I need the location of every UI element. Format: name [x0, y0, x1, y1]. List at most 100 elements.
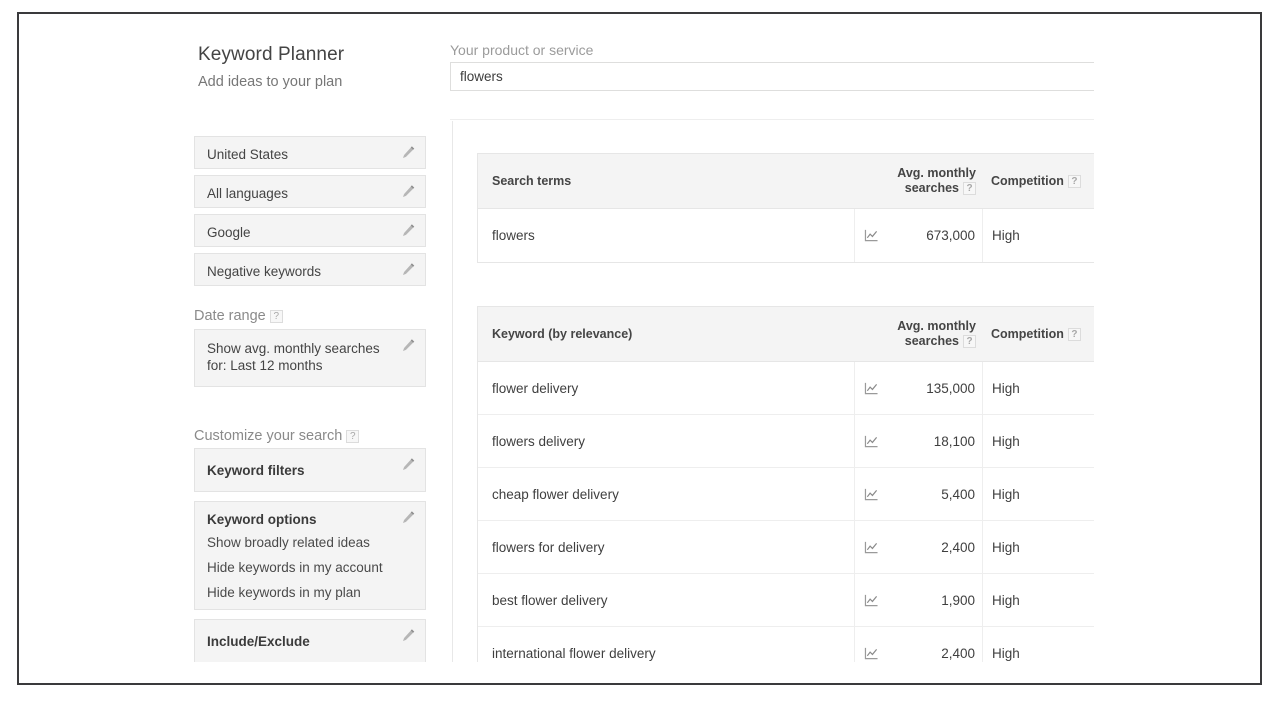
- keyword-ideas-table: Keyword (by relevance) Avg. monthly sear…: [477, 306, 1094, 662]
- date-range-value-line2: for: Last 12 months: [207, 358, 323, 373]
- table-row[interactable]: international flower delivery 2,400 High: [478, 627, 1094, 662]
- competition-cell: High: [982, 415, 1094, 467]
- avg-searches-cell: 2,400: [854, 627, 982, 662]
- column-header-competition-label: Competition: [991, 174, 1064, 188]
- keyword-ideas-table-header: Keyword (by relevance) Avg. monthly sear…: [478, 307, 1094, 362]
- keyword-cell: flowers delivery: [492, 433, 586, 449]
- avg-searches-value: 18,100: [933, 433, 975, 449]
- avg-searches-value: 1,900: [941, 592, 975, 608]
- keyword-cell: international flower delivery: [492, 646, 656, 661]
- pencil-icon[interactable]: [401, 338, 416, 353]
- column-header-avg-monthly-searches[interactable]: Avg. monthly searches?: [854, 307, 982, 361]
- keyword-cell: flower delivery: [492, 380, 579, 396]
- avg-searches-cell: 2,400: [854, 521, 982, 573]
- avg-searches-value: 2,400: [941, 539, 975, 555]
- avg-searches-cell: 673,000: [854, 209, 982, 262]
- date-range-heading-label: Date range: [194, 308, 266, 324]
- sidebar-item-include-exclude[interactable]: Include/Exclude: [194, 619, 426, 662]
- pencil-icon[interactable]: [401, 223, 416, 238]
- date-range-heading: Date range?: [194, 308, 283, 324]
- header-divider: [450, 119, 1094, 120]
- table-row[interactable]: flowers 673,000 High: [478, 209, 1094, 262]
- competition-cell: High: [982, 209, 1094, 262]
- line-chart-icon[interactable]: [864, 382, 879, 395]
- table-row[interactable]: best flower delivery 1,900 High: [478, 574, 1094, 627]
- sidebar-item-network-label: Google: [207, 225, 251, 240]
- column-header-search-terms[interactable]: Search terms: [478, 154, 854, 208]
- keyword-cell: flowers for delivery: [492, 539, 605, 555]
- sidebar-item-keyword-filters-label: Keyword filters: [207, 463, 305, 478]
- screenshot-frame: Keyword Planner Add ideas to your plan Y…: [17, 12, 1262, 685]
- table-row[interactable]: flowers for delivery 2,400 High: [478, 521, 1094, 574]
- sidebar-item-keyword-filters[interactable]: Keyword filters: [194, 448, 426, 492]
- sidebar-item-negative-keywords-label: Negative keywords: [207, 264, 322, 279]
- column-header-competition[interactable]: Competition?: [982, 307, 1094, 361]
- avg-searches-value: 5,400: [941, 486, 975, 502]
- pencil-icon[interactable]: [401, 262, 416, 277]
- page-subtitle: Add ideas to your plan: [198, 74, 343, 90]
- sidebar-item-location[interactable]: United States: [194, 136, 426, 169]
- sidebar-item-include-exclude-label: Include/Exclude: [207, 634, 310, 649]
- avg-searches-cell: 5,400: [854, 468, 982, 520]
- column-header-avg-line2: searches: [904, 181, 959, 195]
- competition-cell: High: [982, 574, 1094, 626]
- keyword-option-hide-in-account[interactable]: Hide keywords in my account: [195, 555, 425, 580]
- product-or-service-input[interactable]: [450, 62, 1094, 91]
- sidebar-content-divider: [452, 121, 453, 662]
- date-range-help-icon[interactable]: ?: [269, 310, 283, 323]
- keyword-option-hide-in-plan[interactable]: Hide keywords in my plan: [195, 580, 425, 605]
- line-chart-icon[interactable]: [864, 594, 879, 607]
- competition-help-icon[interactable]: ?: [1067, 174, 1081, 188]
- customize-search-heading-label: Customize your search: [194, 428, 343, 444]
- keyword-option-broadly-related[interactable]: Show broadly related ideas: [195, 530, 425, 555]
- sidebar-item-date-range[interactable]: Show avg. monthly searches for: Last 12 …: [194, 329, 426, 387]
- sidebar-item-keyword-options[interactable]: Keyword options Show broadly related ide…: [194, 501, 426, 610]
- competition-cell: High: [982, 468, 1094, 520]
- column-header-avg-monthly-searches[interactable]: Avg. monthly searches?: [854, 154, 982, 208]
- column-header-keyword[interactable]: Keyword (by relevance): [478, 307, 854, 361]
- avg-searches-value: 673,000: [926, 228, 975, 243]
- search-terms-table: Search terms Avg. monthly searches? Comp…: [477, 153, 1094, 263]
- line-chart-icon[interactable]: [864, 229, 879, 242]
- table-row[interactable]: cheap flower delivery 5,400 High: [478, 468, 1094, 521]
- pencil-icon[interactable]: [401, 145, 416, 160]
- avg-searches-cell: 1,900: [854, 574, 982, 626]
- sidebar-item-location-label: United States: [207, 147, 289, 162]
- table-row[interactable]: flower delivery 135,000 High: [478, 362, 1094, 415]
- competition-help-icon[interactable]: ?: [1067, 327, 1081, 341]
- line-chart-icon[interactable]: [864, 541, 879, 554]
- pencil-icon[interactable]: [401, 457, 416, 472]
- column-header-avg-line2: searches: [904, 334, 959, 348]
- keyword-cell: cheap flower delivery: [492, 486, 619, 502]
- pencil-icon[interactable]: [401, 628, 416, 643]
- competition-cell: High: [982, 627, 1094, 662]
- line-chart-icon[interactable]: [864, 435, 879, 448]
- avg-monthly-searches-help-icon[interactable]: ?: [963, 335, 976, 348]
- avg-monthly-searches-help-icon[interactable]: ?: [963, 182, 976, 195]
- sidebar-item-negative-keywords[interactable]: Negative keywords: [194, 253, 426, 286]
- page-title: Keyword Planner: [198, 44, 345, 65]
- column-header-avg-line1: Avg. monthly: [897, 319, 976, 333]
- sidebar-item-language-label: All languages: [207, 186, 289, 201]
- customize-search-heading: Customize your search?: [194, 428, 360, 444]
- pencil-icon[interactable]: [401, 510, 416, 525]
- avg-searches-value: 2,400: [941, 646, 975, 661]
- avg-searches-value: 135,000: [926, 380, 975, 396]
- avg-searches-cell: 18,100: [854, 415, 982, 467]
- page-viewport: Keyword Planner Add ideas to your plan Y…: [19, 14, 1094, 662]
- line-chart-icon[interactable]: [864, 488, 879, 501]
- competition-cell: High: [982, 362, 1094, 414]
- column-header-competition-label: Competition: [991, 327, 1064, 341]
- competition-cell: High: [982, 521, 1094, 573]
- keyword-cell: best flower delivery: [492, 592, 608, 608]
- table-row[interactable]: flowers delivery 18,100 High: [478, 415, 1094, 468]
- sidebar-item-network[interactable]: Google: [194, 214, 426, 247]
- avg-searches-cell: 135,000: [854, 362, 982, 414]
- pencil-icon[interactable]: [401, 184, 416, 199]
- line-chart-icon[interactable]: [864, 647, 879, 660]
- date-range-value-line1: Show avg. monthly searches: [207, 341, 380, 356]
- sidebar-item-language[interactable]: All languages: [194, 175, 426, 208]
- customize-search-help-icon[interactable]: ?: [346, 430, 360, 443]
- column-header-avg-line1: Avg. monthly: [897, 166, 976, 180]
- column-header-competition[interactable]: Competition?: [982, 154, 1094, 208]
